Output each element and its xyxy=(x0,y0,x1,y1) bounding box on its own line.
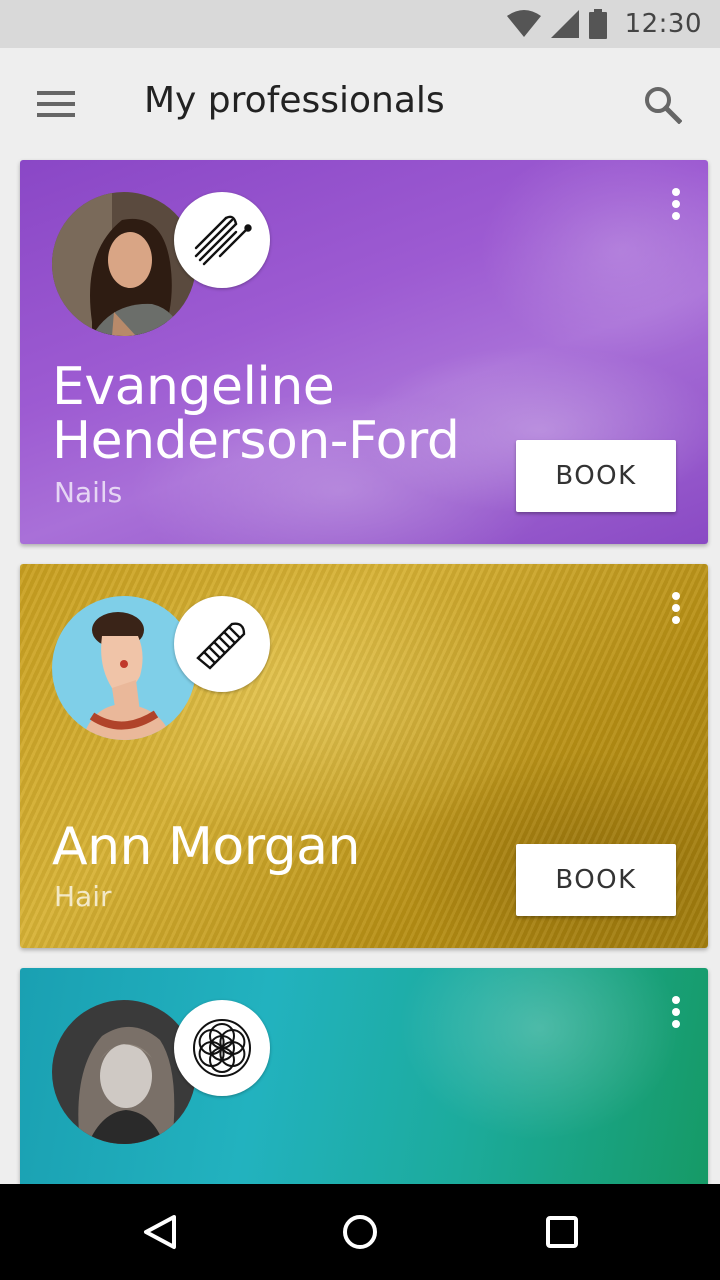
book-button[interactable]: BOOK xyxy=(516,440,676,512)
cellular-signal-icon xyxy=(550,10,579,38)
back-icon xyxy=(144,1215,176,1249)
wifi-icon xyxy=(506,10,541,37)
avatar xyxy=(52,596,196,740)
more-dot xyxy=(672,604,680,612)
recents-button[interactable] xyxy=(534,1204,590,1260)
home-button[interactable] xyxy=(332,1204,388,1260)
recents-icon xyxy=(546,1216,578,1248)
professional-name: Ann Morgan xyxy=(52,817,361,877)
more-dot xyxy=(672,1020,680,1028)
more-dot xyxy=(672,592,680,600)
more-options-button[interactable] xyxy=(660,588,692,628)
home-icon xyxy=(343,1215,377,1249)
avatar xyxy=(52,1000,196,1144)
professional-name: Evangeline Henderson-Ford xyxy=(52,357,460,471)
professional-name-line2: Henderson-Ford xyxy=(52,411,460,471)
more-options-button[interactable] xyxy=(660,184,692,224)
system-navigation-bar xyxy=(0,1184,720,1280)
category-badge xyxy=(174,192,270,288)
app-bar: My professionals xyxy=(0,48,720,160)
more-dot xyxy=(672,1008,680,1016)
clock: 12:30 xyxy=(624,9,702,39)
avatar xyxy=(52,192,196,336)
hamburger-menu-icon xyxy=(37,91,75,117)
professional-name-line1: Evangeline xyxy=(52,357,335,417)
professional-card[interactable]: Ann Morgan Hair BOOK xyxy=(20,564,708,948)
nail-file-icon xyxy=(194,215,252,266)
flower-of-life-icon xyxy=(193,1019,251,1077)
back-button[interactable] xyxy=(132,1204,188,1260)
professional-category: Hair xyxy=(54,880,112,913)
more-dot xyxy=(672,212,680,220)
status-bar: 12:30 xyxy=(0,0,720,48)
more-options-button[interactable] xyxy=(660,992,692,1032)
more-dot xyxy=(672,616,680,624)
search-button[interactable] xyxy=(636,78,690,132)
book-button[interactable]: BOOK xyxy=(516,844,676,916)
battery-icon xyxy=(588,9,607,39)
search-icon xyxy=(645,87,682,124)
category-badge xyxy=(174,596,270,692)
category-badge xyxy=(174,1000,270,1096)
more-dot xyxy=(672,188,680,196)
professional-card[interactable] xyxy=(20,968,708,1184)
page-title: My professionals xyxy=(144,80,445,121)
professional-category: Nails xyxy=(54,476,123,509)
more-dot xyxy=(672,200,680,208)
menu-button[interactable] xyxy=(30,84,82,124)
comb-icon xyxy=(196,622,246,670)
professional-card[interactable]: Evangeline Henderson-Ford Nails BOOK xyxy=(20,160,708,544)
more-dot xyxy=(672,996,680,1004)
